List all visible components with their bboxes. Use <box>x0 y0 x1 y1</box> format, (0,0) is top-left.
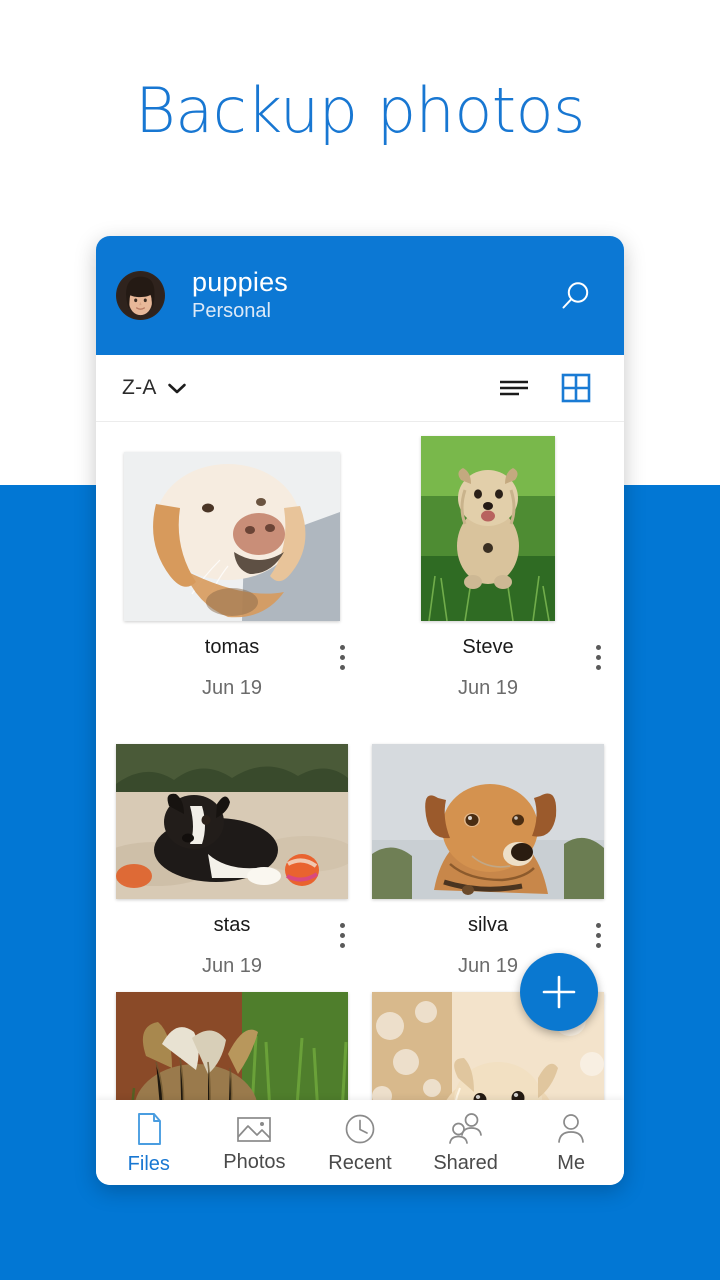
page-headline: Backup photos <box>135 74 585 147</box>
grid-view-icon <box>561 373 591 403</box>
nav-item-me[interactable]: Me <box>518 1112 624 1173</box>
image-icon <box>237 1117 272 1142</box>
tan-dog-portrait-icon <box>372 744 604 899</box>
nav-item-photos[interactable]: Photos <box>202 1113 308 1172</box>
nav-item-shared[interactable]: Shared <box>413 1112 519 1173</box>
user-avatar-photo-icon <box>117 272 164 319</box>
file-thumbnail[interactable] <box>124 452 340 621</box>
more-vertical-icon <box>339 922 345 928</box>
thumbnail-wrap <box>372 436 604 621</box>
thumbnail-wrap <box>116 714 348 899</box>
bottom-navigation: Files Photos Recent Shared Me <box>96 1100 624 1185</box>
search-icon <box>562 281 589 308</box>
file-overflow-menu-button[interactable] <box>584 918 612 952</box>
more-vertical-icon <box>595 922 601 928</box>
app-header: puppies Personal <box>96 236 624 355</box>
document-icon <box>137 1113 161 1145</box>
file-card[interactable] <box>104 978 360 1131</box>
add-button[interactable] <box>520 953 598 1031</box>
file-thumbnail[interactable] <box>116 744 348 899</box>
grid-view-button[interactable] <box>554 366 598 410</box>
file-overflow-menu-button[interactable] <box>328 640 356 674</box>
file-card[interactable]: Steve Jun 19 <box>360 422 616 700</box>
file-name: Steve <box>462 636 514 658</box>
clock-icon <box>345 1114 375 1144</box>
phone-mockup-card: puppies Personal Z-A tomas Jun 19 Steve … <box>96 236 624 1185</box>
file-grid-area: tomas Jun 19 Steve Jun 19 stas Jun 19 si… <box>96 422 624 1131</box>
page-title: puppies <box>192 266 288 297</box>
nav-label: Me <box>557 1152 586 1174</box>
nav-item-files[interactable]: Files <box>96 1111 202 1174</box>
nav-label: Files <box>127 1153 170 1175</box>
thumbnail-wrap <box>372 714 604 899</box>
page-subtitle: Personal <box>192 300 271 323</box>
file-caption: stas Jun 19 <box>116 899 348 978</box>
search-button[interactable] <box>552 273 598 319</box>
nav-label: Shared <box>433 1152 498 1174</box>
list-view-button[interactable] <box>492 366 536 410</box>
file-caption: tomas Jun 19 <box>116 621 348 700</box>
thumbnail-wrap <box>116 992 348 1131</box>
more-vertical-icon <box>339 644 345 650</box>
file-overflow-menu-button[interactable] <box>584 640 612 674</box>
nav-item-recent[interactable]: Recent <box>307 1112 413 1173</box>
list-view-icon <box>500 380 528 396</box>
sort-order-label: Z-A <box>122 376 157 399</box>
more-vertical-icon <box>595 644 601 650</box>
view-toolbar: Z-A <box>96 355 624 422</box>
chevron-down-icon <box>167 383 186 393</box>
file-caption: Steve Jun 19 <box>372 621 604 700</box>
file-card[interactable]: stas Jun 19 <box>104 700 360 978</box>
terrier-on-grass-icon <box>421 436 555 621</box>
sort-order-dropdown[interactable]: Z-A <box>122 376 187 400</box>
file-card[interactable]: tomas Jun 19 <box>104 422 360 700</box>
file-date: Jun 19 <box>201 955 263 977</box>
nav-label: Recent <box>328 1152 392 1174</box>
person-icon <box>558 1114 585 1143</box>
page-root: Backup photos puppies Personal Z-A tomas… <box>0 0 720 1280</box>
file-name: stas <box>213 914 251 936</box>
golden-retriever-closeup-icon <box>124 452 340 621</box>
file-name: silva <box>467 914 508 936</box>
black-white-puppy-on-sand-with-ball-icon <box>116 744 348 899</box>
avatar[interactable] <box>116 271 165 320</box>
file-date: Jun 19 <box>457 677 519 699</box>
header-titles: puppies Personal <box>192 267 552 324</box>
file-date: Jun 19 <box>201 677 263 699</box>
file-thumbnail[interactable] <box>372 744 604 899</box>
thumbnail-wrap <box>116 436 348 621</box>
nav-label: Photos <box>223 1151 286 1173</box>
plus-icon <box>542 975 576 1009</box>
file-overflow-menu-button[interactable] <box>328 918 356 952</box>
file-card[interactable]: silva Jun 19 <box>360 700 616 978</box>
file-thumbnail[interactable] <box>421 436 555 621</box>
people-icon <box>448 1113 482 1144</box>
file-name: tomas <box>204 636 260 658</box>
